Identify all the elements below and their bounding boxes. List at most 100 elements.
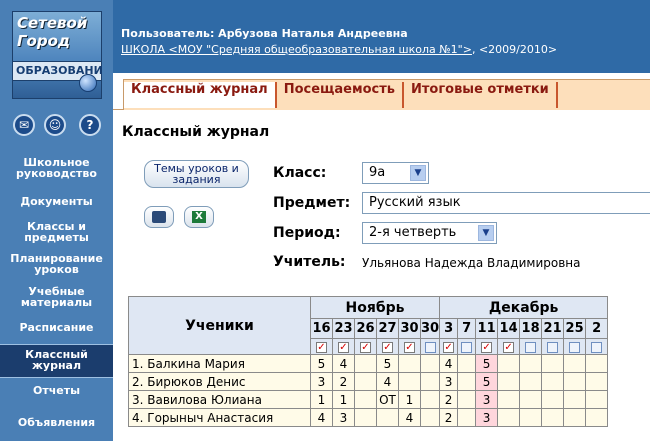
lesson-date[interactable]: 30 [398, 318, 421, 339]
grade-cell[interactable]: 3 [475, 390, 499, 409]
tab-attendance[interactable]: Посещаемость [277, 82, 405, 108]
class-select[interactable]: 9а ▼ [362, 162, 429, 184]
lesson-date[interactable]: 14 [497, 318, 521, 339]
grade-cell[interactable]: 3 [475, 408, 499, 427]
grade-cell[interactable] [497, 372, 521, 391]
grade-cell[interactable]: 5 [376, 354, 399, 373]
grade-cell[interactable] [497, 390, 521, 409]
grade-cell[interactable] [457, 372, 477, 391]
checkbox-checked-icon[interactable]: ✓ [360, 341, 371, 353]
sidebar-item-learning-materials[interactable]: Учебные материалы [0, 286, 113, 308]
grade-cell[interactable] [585, 354, 609, 373]
grade-cell[interactable]: ОТ [376, 390, 399, 409]
grade-cell[interactable] [419, 354, 441, 373]
checkbox-checked-icon[interactable]: ✓ [382, 341, 393, 353]
grade-cell[interactable]: 4 [376, 372, 399, 391]
checkbox-empty-icon[interactable] [525, 341, 537, 353]
checkbox-empty-icon[interactable] [591, 341, 603, 353]
grade-cell[interactable] [541, 408, 565, 427]
subject-select[interactable]: Русский язык [362, 192, 650, 214]
grade-cell[interactable] [497, 408, 521, 427]
tab-final-grades[interactable]: Итоговые отметки [404, 82, 558, 108]
grade-cell[interactable] [497, 354, 521, 373]
lesson-date[interactable]: 2 [585, 318, 609, 339]
grade-cell[interactable] [541, 372, 565, 391]
student-name[interactable]: 4. Горыныч Анастасия [128, 408, 311, 427]
grade-cell[interactable]: 4 [439, 354, 459, 373]
grade-cell[interactable]: 3 [332, 408, 355, 427]
checkbox-empty-icon[interactable] [569, 341, 581, 353]
checkbox-empty-icon[interactable] [461, 341, 473, 353]
print-button[interactable] [144, 206, 174, 228]
grade-cell[interactable] [419, 372, 441, 391]
lesson-date[interactable]: 7 [457, 318, 477, 339]
sidebar-item-schedule[interactable]: Расписание [0, 322, 113, 333]
grade-cell[interactable] [354, 372, 377, 391]
period-select[interactable]: 2-я четверть ▼ [362, 222, 497, 244]
lesson-date[interactable]: 25 [563, 318, 587, 339]
grade-cell[interactable] [519, 372, 543, 391]
lesson-date[interactable]: 26 [354, 318, 377, 339]
sidebar-item-lesson-planning[interactable]: Планирование уроков [0, 253, 113, 275]
lesson-date[interactable]: 23 [332, 318, 355, 339]
grade-cell[interactable] [419, 390, 441, 409]
school-link[interactable]: ШКОЛА <МОУ "Средняя общеобразовательная … [121, 43, 472, 56]
grade-cell[interactable]: 5 [310, 354, 333, 373]
checkbox-checked-icon[interactable]: ✓ [338, 341, 349, 353]
grade-cell[interactable] [519, 390, 543, 409]
grade-cell[interactable] [354, 354, 377, 373]
checkbox-empty-icon[interactable] [424, 341, 436, 353]
grade-cell[interactable]: 4 [332, 354, 355, 373]
grade-cell[interactable]: 1 [398, 390, 421, 409]
chevron-down-icon[interactable]: ▼ [410, 165, 426, 181]
grade-cell[interactable] [419, 408, 441, 427]
grade-cell[interactable] [541, 354, 565, 373]
grade-cell[interactable] [457, 408, 477, 427]
tab-class-journal[interactable]: Классный журнал [124, 82, 277, 108]
grade-cell[interactable]: 3 [310, 372, 333, 391]
grade-cell[interactable]: 5 [475, 354, 499, 373]
network-city-logo[interactable]: Сетевой Город ОБРАЗОВАНИ [12, 11, 103, 99]
grade-cell[interactable] [457, 354, 477, 373]
grade-cell[interactable] [519, 408, 543, 427]
grade-cell[interactable]: 1 [310, 390, 333, 409]
help-icon[interactable]: ? [79, 114, 101, 136]
lesson-date[interactable]: 18 [519, 318, 543, 339]
grade-cell[interactable]: 1 [332, 390, 355, 409]
grade-cell[interactable] [457, 390, 477, 409]
grade-cell[interactable]: 4 [398, 408, 421, 427]
grade-cell[interactable]: 3 [439, 372, 459, 391]
grade-cell[interactable]: 2 [439, 408, 459, 427]
grade-cell[interactable] [354, 408, 377, 427]
grade-cell[interactable] [398, 372, 421, 391]
checkbox-checked-icon[interactable]: ✓ [316, 341, 327, 353]
grade-cell[interactable]: 5 [475, 372, 499, 391]
mail-icon[interactable]: ✉ [13, 114, 35, 136]
checkbox-checked-icon[interactable]: ✓ [503, 341, 515, 353]
lesson-topics-button[interactable]: Темы уроков и задания [144, 160, 249, 188]
grade-cell[interactable]: 2 [332, 372, 355, 391]
student-name[interactable]: 3. Вавилова Юлиана [128, 390, 311, 409]
grade-cell[interactable] [585, 390, 609, 409]
lesson-date[interactable]: 11 [475, 318, 499, 339]
grade-cell[interactable] [376, 408, 399, 427]
sidebar-item-class-journal[interactable]: Классный журнал [0, 344, 113, 378]
checkbox-empty-icon[interactable] [547, 341, 559, 353]
grade-cell[interactable] [563, 390, 587, 409]
grade-cell[interactable] [541, 390, 565, 409]
grade-cell[interactable] [585, 408, 609, 427]
checkbox-checked-icon[interactable]: ✓ [443, 341, 455, 353]
chevron-down-icon[interactable]: ▼ [478, 225, 494, 241]
checkbox-checked-icon[interactable]: ✓ [404, 341, 415, 353]
sidebar-item-reports[interactable]: Отчеты [0, 385, 113, 396]
grade-cell[interactable] [519, 354, 543, 373]
lesson-date[interactable]: 27 [376, 318, 399, 339]
grade-cell[interactable] [585, 372, 609, 391]
users-icon[interactable]: ☺ [44, 114, 66, 136]
lesson-date[interactable]: 16 [310, 318, 333, 339]
sidebar-item-classes-subjects[interactable]: Классы и предметы [0, 221, 113, 243]
grade-cell[interactable] [354, 390, 377, 409]
sidebar-item-documents[interactable]: Документы [0, 196, 113, 207]
student-name[interactable]: 1. Балкина Мария [128, 354, 311, 373]
sidebar-item-announcements[interactable]: Объявления [0, 417, 113, 428]
